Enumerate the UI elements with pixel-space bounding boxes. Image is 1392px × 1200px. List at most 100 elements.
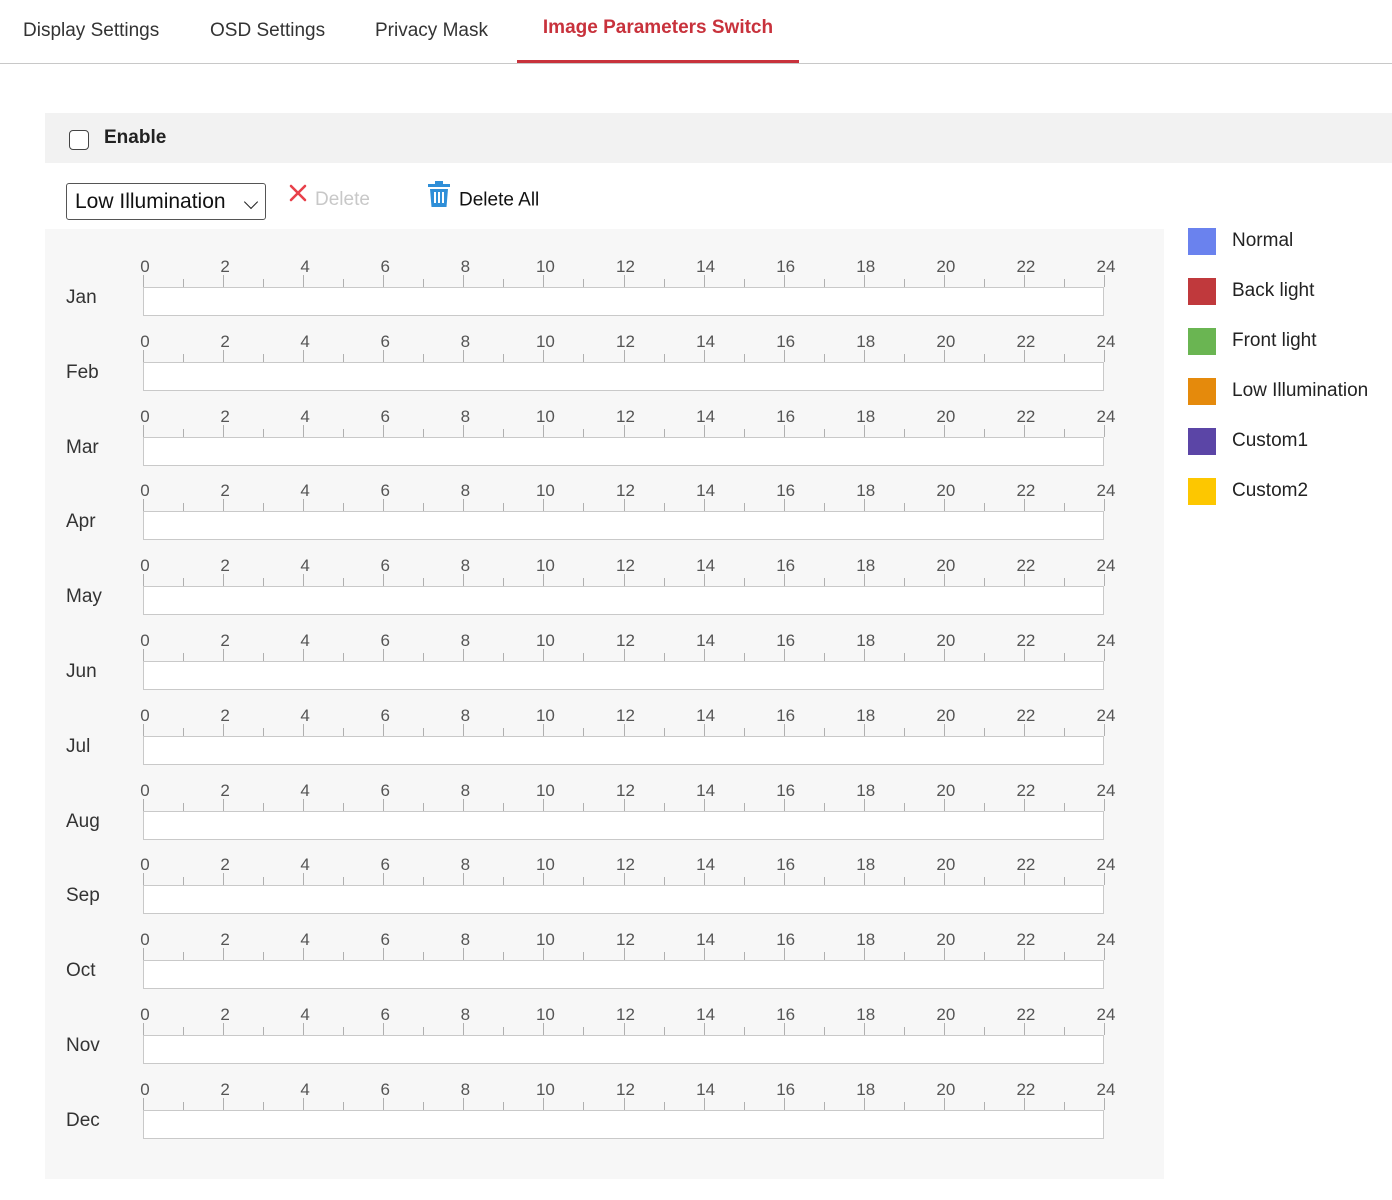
tab-display-settings[interactable]: Display Settings [23,0,159,63]
hour-tick-label: 12 [616,631,635,650]
hour-tick-mark [1023,349,1025,362]
hour-tick-mark [383,349,385,362]
hour-tick-mark [1063,503,1065,512]
hour-tick-mark [983,279,985,287]
hour-tick-label: 16 [776,930,796,950]
hour-tick-mark [183,503,185,512]
hour-tick-mark [743,1101,745,1110]
delete-all-button[interactable]: Delete All [427,181,539,213]
month-label: Dec [66,1109,100,1131]
hour-tick-label: 18 [856,257,876,276]
hour-tick-mark [423,503,425,512]
hour-tick-mark [343,1101,345,1110]
legend-label: Normal [1232,230,1294,251]
mode-select[interactable]: Low Illumination [66,183,266,220]
hour-tick-mark [383,798,385,811]
hour-tick-mark [263,428,265,437]
hour-tick-mark [1063,428,1065,437]
hour-tick-label: 20 [936,705,956,725]
legend-swatch[interactable] [1188,428,1216,455]
hour-tick-mark [823,877,825,886]
trash-icon [427,181,451,216]
hour-tick-mark [383,948,385,961]
hour-tick-mark [463,873,465,886]
hour-tick-label: 16 [776,257,796,276]
hour-tick-mark [423,1027,425,1035]
legend-swatch[interactable] [1188,278,1216,305]
hour-tick-label: 6 [380,1079,390,1099]
legend-swatch[interactable] [1188,328,1216,355]
hour-tick-mark [783,723,785,736]
hour-tick-mark [343,279,345,287]
hour-tick-mark [703,499,705,512]
hour-tick-mark [183,279,185,287]
hour-tick-mark [383,1023,385,1035]
hour-tick-mark [863,723,865,736]
hour-tick-mark [703,873,705,886]
hour-tick-mark [223,499,225,512]
hour-tick-mark [983,1027,985,1035]
hour-tick-mark [303,574,305,587]
hour-tick-label: 22 [1016,481,1036,501]
hour-tick-label: 20 [936,930,956,950]
hour-tick-label: 10 [535,331,555,351]
hour-tick-mark [1104,798,1105,811]
enable-checkbox[interactable] [69,130,89,150]
hour-tick-label: 8 [460,1079,471,1099]
schedule-panel: Jan 0 2 4 6 8 10 12 14 16 18 20 22 24 Feb 0 2 4 6 8 10 12 14 16… [45,229,1164,1179]
legend-label: Custom1 [1232,430,1309,451]
hour-tick-mark [663,353,665,362]
hour-tick-mark [223,649,225,661]
tab-osd-settings[interactable]: OSD Settings [210,0,325,63]
hour-tick-mark [743,279,745,287]
hour-tick-mark [303,948,305,961]
tab-image-parameters-switch[interactable]: Image Parameters Switch [517,0,799,63]
hour-tick-mark [823,1027,825,1035]
hour-tick-mark [423,952,425,961]
hour-tick-label: 2 [220,257,230,276]
hour-tick-mark [983,503,985,512]
hour-tick-mark [583,952,585,961]
hour-tick-mark [623,1023,625,1035]
hour-tick-label: 18 [856,855,876,875]
hour-tick-mark [343,952,345,961]
hour-tick-mark [943,574,945,587]
hour-tick-label: 16 [776,481,796,501]
hour-tick-mark [543,1097,545,1110]
hour-tick-label: 2 [220,331,230,351]
hour-tick-mark [223,723,225,736]
hour-tick-label: 22 [1016,406,1036,426]
hour-tick-mark [1023,1097,1025,1110]
legend-swatch[interactable] [1188,478,1216,505]
schedule-bar[interactable] [143,1109,1104,1139]
tab-privacy-mask[interactable]: Privacy Mask [375,0,488,63]
delete-button[interactable]: Delete [288,185,370,214]
hour-tick-mark [223,574,225,587]
hour-tick-mark [583,1101,585,1110]
legend-swatch[interactable] [1188,228,1216,255]
hour-tick-mark [343,1027,345,1035]
hour-tick-mark [623,1097,625,1110]
month-row-may: May 0 2 4 6 8 10 12 14 16 18 20 22 24 [45,528,1164,616]
hour-tick-mark [703,948,705,961]
hour-tick-mark [423,353,425,362]
hour-tick-mark [663,578,665,587]
legend-swatch[interactable] [1188,378,1216,405]
hour-tick-mark [943,349,945,362]
hour-tick-mark [423,877,425,886]
hour-tick-mark [743,952,745,961]
hour-tick-label: 12 [616,481,635,501]
hour-tick-label: 20 [936,780,956,800]
hour-tick-mark [983,877,985,886]
hour-tick-mark [783,574,785,587]
hour-tick-mark [663,428,665,437]
hour-tick-label: 14 [696,481,716,501]
month-row-feb: Feb 0 2 4 6 8 10 12 14 16 18 20 22 24 [45,304,1164,391]
hour-tick-mark [903,1101,905,1110]
hour-tick-label: 10 [535,631,555,650]
hour-tick-label: 18 [856,780,876,800]
hour-tick-mark [983,653,985,661]
hour-tick-label: 14 [696,631,716,650]
hour-tick-mark [343,353,345,362]
hour-tick-mark [863,424,865,437]
